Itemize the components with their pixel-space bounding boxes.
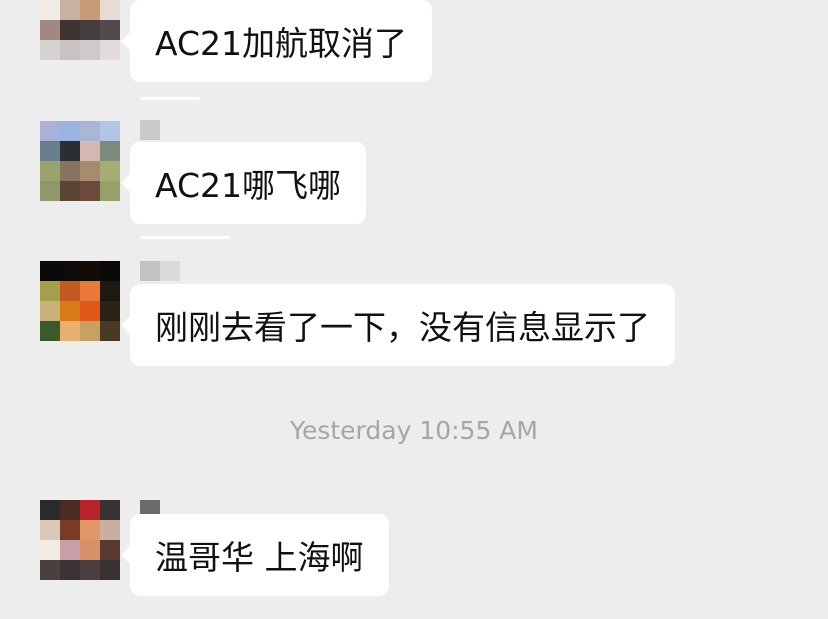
message-text: 温哥华 上海啊 [155, 538, 364, 577]
avatar-pixel [100, 181, 120, 201]
sender-avatar[interactable] [40, 0, 120, 60]
avatar-pixel [80, 321, 100, 341]
avatar-pixel [80, 301, 100, 321]
avatar-pixel [60, 520, 80, 540]
avatar-pixel [60, 560, 80, 580]
message-text: AC21哪飞哪 [155, 166, 342, 205]
avatar-pixel [80, 161, 100, 181]
avatar-pixel [60, 161, 80, 181]
chat-view[interactable]: AC21加航取消了 AC21哪飞哪 刚刚去看了一下，没有信息显示了 Yester… [0, 0, 828, 619]
message-bubble[interactable]: AC21加航取消了 [120, 0, 433, 82]
avatar-pixel [40, 281, 60, 301]
avatar-pixel [80, 540, 100, 560]
nickname-pixel [160, 261, 180, 281]
avatar-pixel [60, 141, 80, 161]
avatar-pixel [100, 560, 120, 580]
avatar-pixel [80, 40, 100, 60]
message-text: AC21加航取消了 [155, 24, 408, 63]
avatar-pixel [40, 500, 60, 520]
sender-nickname [140, 261, 180, 281]
nickname-pixel [140, 261, 160, 281]
avatar-pixel [100, 121, 120, 141]
avatar-pixel [80, 560, 100, 580]
avatar-pixel [100, 321, 120, 341]
avatar-pixel [60, 121, 80, 141]
avatar-pixel [100, 141, 120, 161]
avatar-pixel [40, 0, 60, 20]
avatar-pixel [100, 301, 120, 321]
avatar-pixel [40, 181, 60, 201]
avatar-pixel [60, 301, 80, 321]
avatar-pixel [40, 141, 60, 161]
avatar-pixel [80, 0, 100, 20]
avatar-pixel [60, 261, 80, 281]
message-text: 刚刚去看了一下，没有信息显示了 [155, 308, 650, 347]
redaction-smudge [140, 236, 230, 239]
avatar-pixel [60, 321, 80, 341]
avatar-pixel [40, 540, 60, 560]
avatar-pixel [40, 321, 60, 341]
avatar-pixel [100, 0, 120, 20]
sender-avatar[interactable] [40, 500, 120, 580]
avatar-pixel [40, 20, 60, 40]
sender-avatar[interactable] [40, 121, 120, 201]
avatar-pixel [60, 40, 80, 60]
redaction-smudge [140, 97, 200, 100]
avatar-pixel [60, 0, 80, 20]
avatar-pixel [40, 520, 60, 540]
avatar-pixel [40, 161, 60, 181]
avatar-pixel [80, 520, 100, 540]
message-bubble[interactable]: AC21哪飞哪 [120, 142, 367, 224]
avatar-pixel [100, 261, 120, 281]
avatar-pixel [60, 181, 80, 201]
avatar-pixel [100, 540, 120, 560]
avatar-pixel [40, 301, 60, 321]
nickname-pixel [160, 120, 180, 140]
avatar-pixel [100, 40, 120, 60]
avatar-pixel [80, 121, 100, 141]
avatar-pixel [80, 261, 100, 281]
avatar-pixel [100, 520, 120, 540]
avatar-pixel [80, 20, 100, 40]
avatar-pixel [80, 141, 100, 161]
avatar-pixel [80, 500, 100, 520]
message-bubble[interactable]: 温哥华 上海啊 [121, 514, 389, 596]
avatar-pixel [60, 540, 80, 560]
avatar-pixel [100, 500, 120, 520]
avatar-pixel [80, 181, 100, 201]
message-bubble[interactable]: 刚刚去看了一下，没有信息显示了 [121, 284, 675, 366]
avatar-pixel [80, 281, 100, 301]
avatar-pixel [40, 261, 60, 281]
avatar-pixel [60, 500, 80, 520]
nickname-pixel [140, 120, 160, 140]
avatar-pixel [100, 20, 120, 40]
sender-avatar[interactable] [40, 261, 120, 341]
avatar-pixel [40, 121, 60, 141]
avatar-pixel [100, 161, 120, 181]
avatar-pixel [40, 560, 60, 580]
avatar-pixel [100, 281, 120, 301]
sender-nickname [140, 120, 180, 140]
avatar-pixel [60, 281, 80, 301]
avatar-pixel [40, 40, 60, 60]
avatar-pixel [60, 20, 80, 40]
timestamp-divider: Yesterday 10:55 AM [290, 416, 538, 445]
